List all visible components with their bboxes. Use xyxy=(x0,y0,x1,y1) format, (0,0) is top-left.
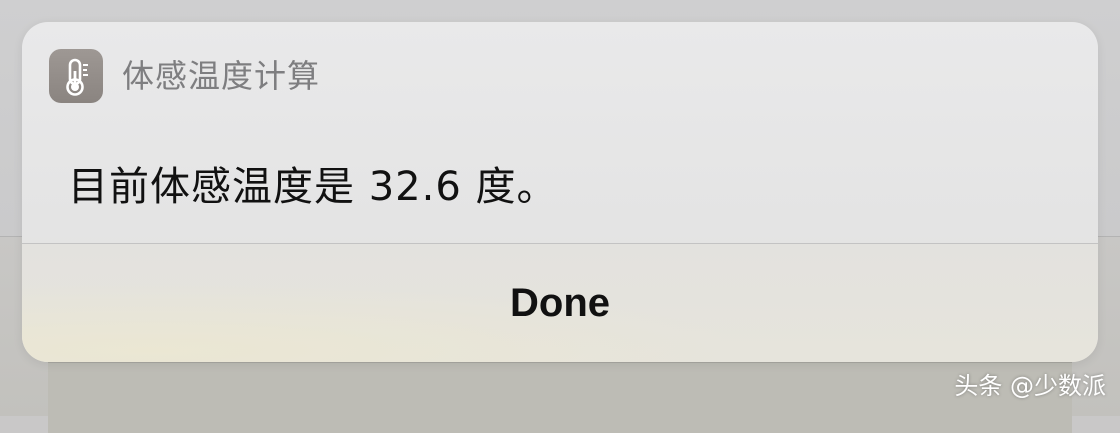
result-message: 目前体感温度是 32.6 度。 xyxy=(68,164,558,210)
background-card xyxy=(48,362,1072,433)
notification-header: 体感温度计算 xyxy=(22,22,1098,126)
watermark: 头条 @少数派 xyxy=(954,372,1106,400)
done-button[interactable]: Done xyxy=(22,244,1098,362)
app-title: 体感温度计算 xyxy=(122,57,321,95)
thermometer-icon xyxy=(49,49,103,103)
action-area: Done xyxy=(22,244,1098,362)
shortcut-result-notification: 体感温度计算 目前体感温度是 32.6 度。 Done xyxy=(22,22,1098,362)
